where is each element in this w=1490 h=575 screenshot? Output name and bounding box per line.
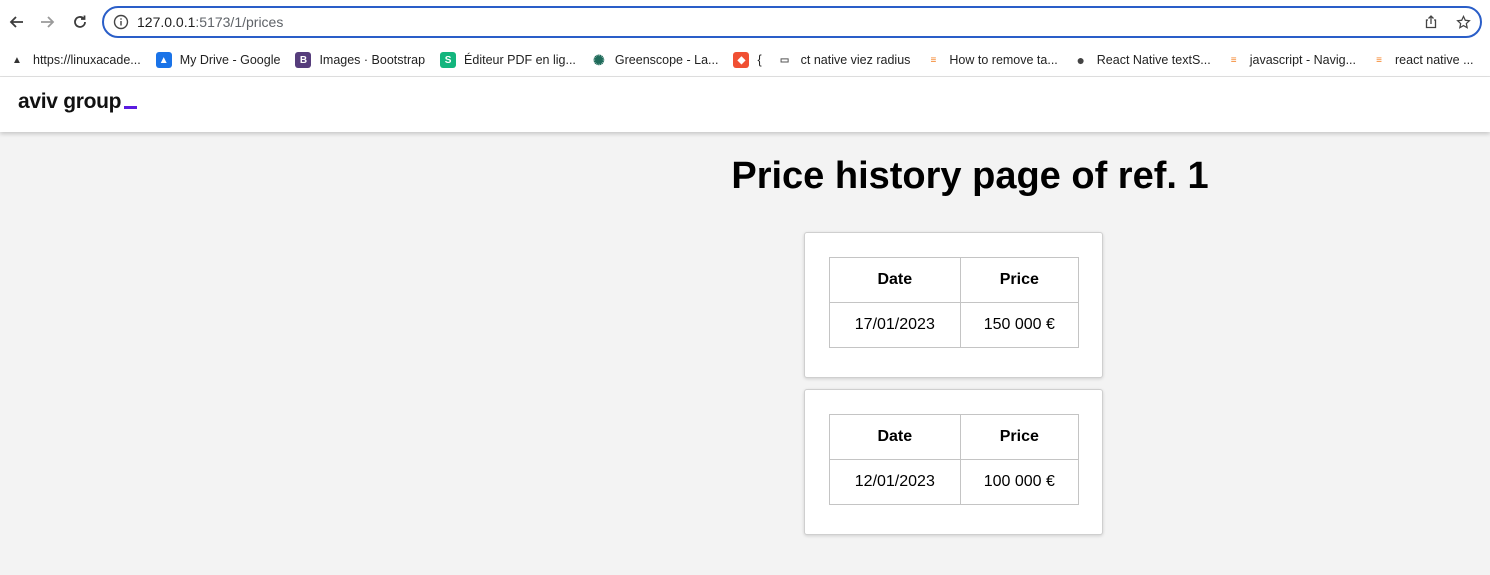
bookmark-item[interactable]: ◆{ [733, 52, 762, 68]
greenscope-icon: ✺ [593, 51, 605, 68]
date-column-header: Date [829, 257, 961, 303]
forward-arrow-icon[interactable] [37, 11, 59, 33]
bookmark-item[interactable]: ≡ react native ... [1371, 52, 1474, 68]
back-arrow-icon[interactable] [5, 11, 27, 33]
bookmark-label: react native ... [1395, 53, 1474, 67]
table-row: 12/01/2023 100 000 € [829, 459, 1080, 505]
sejda-icon: S [440, 52, 457, 68]
aviv-group-logo[interactable]: aviv group [18, 90, 138, 114]
logo-text: aviv group [18, 90, 122, 113]
date-cell: 17/01/2023 [829, 302, 961, 348]
stackoverflow-icon: ≡ [930, 54, 937, 66]
bookmark-item[interactable]: ≡ How to remove ta... [925, 52, 1057, 68]
bookmark-item[interactable]: ● React Native textS... [1073, 52, 1211, 68]
bookmark-label: https://linuxacade... [33, 53, 141, 67]
stackoverflow-icon: ≡ [1376, 54, 1382, 66]
bookmark-label: javascript - Navig... [1249, 53, 1356, 67]
bookmark-item[interactable]: S Éditeur PDF en lig... [440, 52, 576, 68]
price-column-header: Price [959, 257, 1080, 303]
browser-toolbar: 127.0.0.1:5173/1/prices [0, 0, 1490, 44]
page-title: Price history page of ref. 1 [731, 155, 1209, 197]
bookmarks-bar: ▲ https://linuxacade... ▲ My Drive - Google… [0, 44, 1490, 77]
bookmark-label: How to remove ta... [949, 53, 1058, 67]
bookmark-label: Éditeur PDF en lig... [464, 53, 576, 67]
bookmark-item[interactable]: ▲ https://linuxacade... [9, 52, 141, 68]
price-card: Date Price 17/01/2023 150 000 € [804, 232, 1103, 378]
price-column-header: Price [959, 414, 1080, 460]
bookmark-item[interactable]: ▲ My Drive - Google [155, 52, 281, 68]
bookmark-label: Greenscope - La... [614, 53, 719, 67]
bookmark-label: My Drive - Google [179, 53, 281, 67]
bookmark-item[interactable]: ≡ javascript - Navig... [1226, 52, 1356, 68]
date-column-header: Date [829, 414, 961, 460]
price-cell: 100 000 € [959, 459, 1080, 505]
bookmark-label: Images · Bootstrap [319, 53, 426, 67]
url-path: :5173/1/prices [195, 14, 284, 30]
price-card: Date Price 12/01/2023 100 000 € [804, 389, 1103, 535]
bookmark-label: ct native viez radius [800, 53, 911, 67]
git-icon: ◆ [733, 52, 750, 68]
app-header: aviv group [0, 77, 1490, 132]
share-icon[interactable] [1422, 13, 1440, 31]
address-bar[interactable]: 127.0.0.1:5173/1/prices [102, 6, 1482, 38]
bookmark-label: React Native textS... [1096, 53, 1211, 67]
stackoverflow-icon: ≡ [1230, 54, 1237, 66]
bootstrap-icon: B [295, 52, 312, 68]
bookmark-item[interactable]: B Images · Bootstrap [295, 52, 425, 68]
price-cell: 150 000 € [959, 302, 1080, 348]
table-row: 17/01/2023 150 000 € [829, 302, 1080, 348]
globe-icon: ● [1076, 52, 1086, 68]
bookmark-label: { [757, 53, 762, 67]
bookmark-item[interactable]: ▭ ct native viez radius [777, 52, 911, 68]
reload-icon[interactable] [69, 11, 91, 33]
graduation-cap-icon: ▲ [12, 54, 22, 66]
price-table: Date Price 12/01/2023 100 000 € [829, 414, 1080, 505]
date-cell: 12/01/2023 [829, 459, 961, 505]
bookmark-star-icon[interactable] [1454, 13, 1472, 31]
url-text[interactable]: 127.0.0.1:5173/1/prices [137, 14, 283, 30]
logo-underscore-mark [124, 106, 138, 109]
google-drive-icon: ▲ [155, 52, 172, 68]
table-header-row: Date Price [829, 414, 1080, 460]
folder-icon: ▭ [779, 54, 790, 66]
bookmark-item[interactable]: ✺ Greenscope - La... [591, 51, 719, 68]
table-header-row: Date Price [829, 257, 1080, 303]
url-host: 127.0.0.1 [137, 14, 196, 30]
price-table: Date Price 17/01/2023 150 000 € [829, 257, 1080, 348]
site-info-icon[interactable] [113, 14, 129, 30]
